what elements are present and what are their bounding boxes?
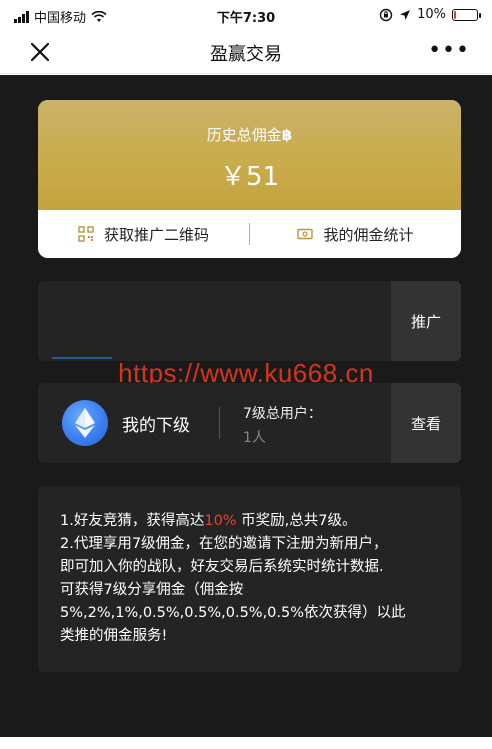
- rule-line-3: 即可加入你的战队，好友交易后系统实时统计数据.: [60, 559, 384, 575]
- bottom-bar: [0, 737, 492, 749]
- page-title: 盈赢交易: [210, 44, 282, 65]
- view-subordinates-button[interactable]: 查看: [391, 383, 461, 463]
- get-qrcode-button[interactable]: 获取推广二维码: [38, 224, 249, 245]
- commission-card: 历史总佣金฿ ￥51 获取推广二维码 我的佣金统计: [38, 100, 461, 258]
- commission-actions: 获取推广二维码 我的佣金统计: [38, 210, 461, 258]
- promote-button[interactable]: 推广: [391, 281, 461, 361]
- rule-line-1-prefix: 1.好友竞猜，获得高达: [60, 513, 205, 529]
- battery-icon: [452, 8, 481, 21]
- battery-level-fill: [454, 10, 456, 19]
- total-users-label: 7级总用户：: [243, 406, 322, 422]
- commission-label-text: 历史总佣金: [206, 126, 282, 144]
- status-right: 10%: [379, 7, 481, 22]
- cash-icon: [297, 228, 314, 240]
- nav-bar: 盈赢交易 •••: [0, 30, 492, 74]
- rule-line-5: 5%,2%,1%,0.5%,0.5%,0.5%,0.5%依次获得）以此: [60, 605, 406, 621]
- rule-line-2: 2.代理享用7级佣金，在您的邀请下注册为新用户，: [60, 536, 388, 552]
- promote-panel: 推广: [38, 281, 461, 361]
- subordinates-divider: [219, 407, 220, 439]
- subordinates-title: 我的下级: [122, 416, 190, 436]
- main-content: 历史总佣金฿ ￥51 获取推广二维码 我的佣金统计 推广 https://www…: [0, 75, 492, 749]
- rotation-lock-icon: [379, 8, 393, 21]
- rule-line-6: 类推的佣金服务!: [60, 628, 168, 644]
- rule-line-4: 可获得7级分享佣金（佣金按: [60, 582, 244, 598]
- rule-line-1-suffix: 币奖励,总共7级。: [236, 513, 357, 529]
- more-menu-icon[interactable]: •••: [428, 40, 470, 62]
- reward-percent-highlight: 10%: [204, 513, 237, 529]
- commission-stats-button[interactable]: 我的佣金统计: [250, 224, 461, 245]
- bitcoin-icon: ฿: [281, 126, 293, 144]
- location-arrow-icon: [400, 9, 411, 20]
- subordinates-panel: 我的下级 7级总用户： 1人 查看: [38, 383, 461, 463]
- get-qrcode-label: 获取推广二维码: [103, 225, 209, 244]
- battery-percent: 10%: [417, 7, 446, 22]
- total-users-value: 1人: [243, 430, 266, 446]
- rule-line-1: 1.好友竞猜，获得高达10% 币奖励,总共7级。: [60, 510, 443, 533]
- commission-amount: ￥51: [219, 162, 280, 192]
- status-bar: 中国移动 下午7:30 10%: [0, 0, 492, 30]
- commission-stats-label: 我的佣金统计: [323, 225, 414, 244]
- rules-info-panel: 1.好友竞猜，获得高达10% 币奖励,总共7级。 2.代理享用7级佣金，在您的邀…: [38, 486, 461, 672]
- ethereum-icon: [62, 400, 108, 446]
- qrcode-icon: [78, 226, 94, 242]
- commission-summary: 历史总佣金฿ ￥51: [38, 100, 461, 210]
- commission-label: 历史总佣金฿: [38, 124, 461, 145]
